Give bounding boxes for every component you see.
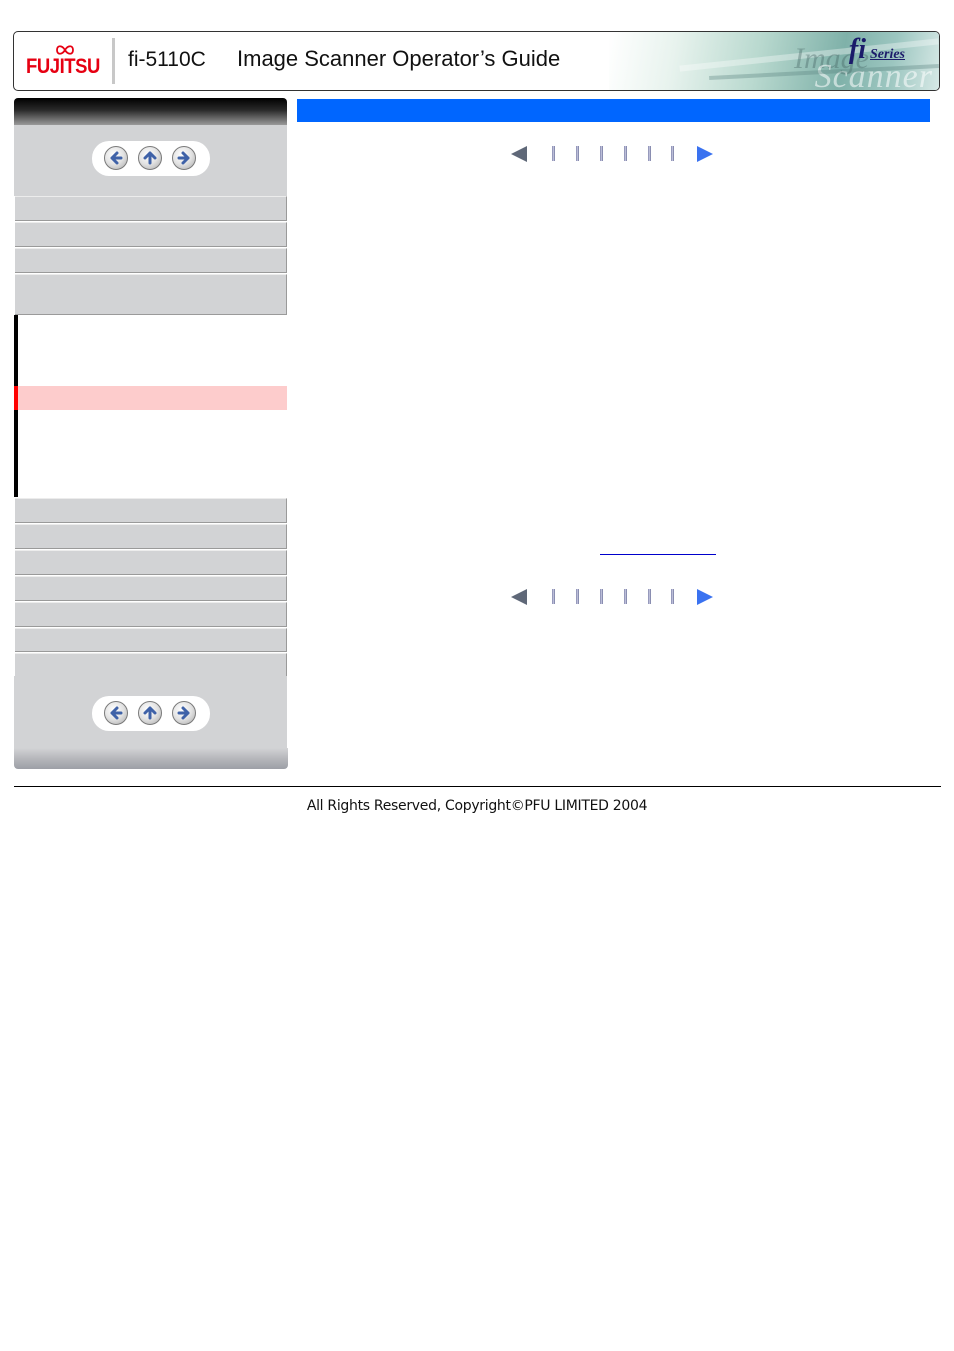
header-divider: [112, 38, 115, 84]
sidebar-menu-item[interactable]: [15, 524, 287, 549]
next-page-button[interactable]: [172, 146, 196, 170]
page-link[interactable]: [576, 146, 579, 161]
page-link[interactable]: [624, 146, 627, 161]
sidebar-bottom-nav: [14, 676, 287, 748]
series-logo-text: Series: [870, 47, 905, 62]
page-link[interactable]: [552, 589, 555, 604]
guide-title: Image Scanner Operator’s Guide: [237, 46, 561, 71]
page-link[interactable]: [576, 589, 579, 604]
active-marker: [14, 386, 18, 410]
copyright-text: All Rights Reserved, Copyright©PFU LIMIT…: [306, 798, 648, 814]
sidebar-menu-item[interactable]: [15, 196, 287, 221]
sidebar-header: [14, 98, 287, 125]
fi-series-logo: fi Series: [849, 34, 905, 66]
triangle-right-icon[interactable]: [696, 145, 714, 163]
page-link[interactable]: [600, 589, 603, 604]
sidebar-menu-item[interactable]: [15, 576, 287, 601]
triangle-left-icon[interactable]: [510, 145, 528, 163]
submenu-item-active[interactable]: [14, 386, 287, 410]
page-link[interactable]: [648, 589, 651, 604]
arrow-up-icon: [143, 706, 157, 720]
fi-series-banner: Image Scanner fi Series: [609, 32, 939, 90]
arrow-left-icon: [110, 151, 123, 165]
prev-page-button[interactable]: [104, 701, 128, 725]
next-page-button[interactable]: [172, 701, 196, 725]
model-name: fi-5110C: [128, 48, 206, 71]
sidebar-submenu: [14, 315, 287, 497]
up-button[interactable]: [138, 146, 162, 170]
arrow-up-icon: [143, 151, 157, 165]
sidebar-menu-item[interactable]: [15, 274, 287, 315]
content-link[interactable]: [600, 554, 716, 555]
page-link[interactable]: [552, 146, 555, 161]
sidebar-menu-item[interactable]: [15, 222, 287, 247]
page-link[interactable]: [671, 589, 674, 604]
sidebar-menu-item[interactable]: [15, 550, 287, 575]
page-link[interactable]: [624, 589, 627, 604]
sidebar-footer: [14, 748, 288, 769]
nav-button-group: [92, 141, 210, 176]
up-button[interactable]: [138, 701, 162, 725]
footer-divider: [14, 786, 941, 787]
arrow-right-icon: [177, 151, 190, 165]
prev-page-button[interactable]: [104, 146, 128, 170]
fi-logo-text: fi: [848, 34, 866, 65]
page-navigator-bottom: [510, 587, 720, 607]
triangle-left-icon[interactable]: [510, 588, 528, 606]
page-navigator-top: [510, 144, 720, 164]
sidebar-menu-item[interactable]: [15, 653, 287, 677]
page-link[interactable]: [648, 146, 651, 161]
sidebar-menu-item[interactable]: [15, 248, 287, 273]
sidebar-menu-item[interactable]: [15, 628, 287, 652]
sidebar-top-nav: [14, 125, 287, 196]
fujitsu-logo: FUJITSU: [26, 43, 102, 83]
sidebar-menu-item[interactable]: [15, 498, 287, 523]
brand-name: FUJITSU: [26, 55, 100, 78]
nav-button-group: [92, 696, 210, 731]
page-title-bar: [297, 99, 930, 122]
page-link[interactable]: [671, 146, 674, 161]
arrow-left-icon: [110, 706, 123, 720]
arrow-right-icon: [177, 706, 190, 720]
triangle-right-icon[interactable]: [696, 588, 714, 606]
page-link[interactable]: [600, 146, 603, 161]
page-header: FUJITSU fi-5110C Image Scanner Operator’…: [13, 31, 940, 91]
sidebar-menu-item[interactable]: [15, 602, 287, 627]
